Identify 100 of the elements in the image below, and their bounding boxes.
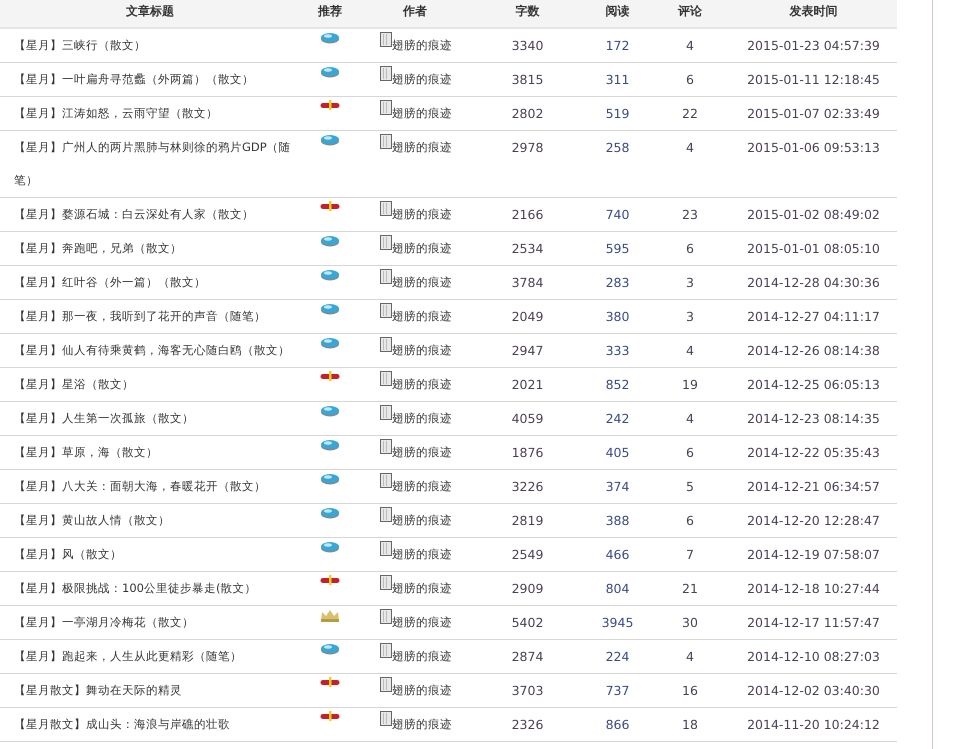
publish-time: 2014-12-20 12:28:47	[746, 512, 881, 530]
comment-count: 30	[681, 614, 699, 632]
comment-count: 16	[681, 682, 699, 700]
comment-count: 3	[685, 308, 695, 326]
read-count: 374	[604, 478, 630, 496]
article-title-link[interactable]: 【星月】奔跑吧，兄弟（散文）	[0, 232, 300, 265]
comment-count: 5	[685, 478, 695, 496]
document-icon	[380, 677, 392, 692]
article-title-link[interactable]: 【星月】一亭湖月冷梅花（散文）	[0, 606, 300, 639]
article-title-link[interactable]: 【星月】那一夜，我听到了花开的声音（随笔）	[0, 300, 300, 333]
author-link[interactable]: 翅膀的痕迹	[392, 368, 452, 401]
word-count: 2802	[510, 105, 544, 123]
comment-count: 22	[681, 105, 699, 123]
publish-time: 2015-01-23 04:57:39	[746, 37, 881, 55]
author-link[interactable]: 翅膀的痕迹	[392, 572, 452, 605]
comment-count: 23	[681, 206, 699, 224]
article-title-link[interactable]: 【星月】红叶谷（外一篇）（散文）	[0, 266, 300, 299]
word-count: 2166	[510, 206, 544, 224]
document-icon	[380, 235, 392, 250]
article-title-link[interactable]: 【星月】人生第一次孤旅（散文）	[0, 402, 300, 435]
article-title-link[interactable]: 【星月散文】舞动在天际的精灵	[0, 674, 300, 707]
word-count: 3784	[510, 274, 544, 292]
author-link[interactable]: 翅膀的痕迹	[392, 402, 452, 435]
word-count: 3226	[510, 478, 544, 496]
publish-time: 2015-01-07 02:33:49	[746, 105, 881, 123]
author-link[interactable]: 翅膀的痕迹	[392, 504, 452, 537]
capsule-icon	[320, 371, 340, 381]
publish-time: 2015-01-11 12:18:45	[746, 71, 881, 89]
read-count: 333	[604, 342, 630, 360]
document-icon	[380, 303, 392, 318]
author-link[interactable]: 翅膀的痕迹	[392, 708, 452, 741]
read-count: 3945	[600, 614, 634, 632]
publish-time: 2014-12-19 07:58:07	[746, 546, 881, 564]
word-count: 2874	[510, 648, 544, 666]
article-title-link[interactable]: 【星月】星浴（散文）	[0, 368, 300, 401]
document-icon	[380, 473, 392, 488]
document-icon	[380, 541, 392, 556]
author-link[interactable]: 翅膀的痕迹	[392, 674, 452, 707]
author-link[interactable]: 翅膀的痕迹	[392, 334, 452, 367]
article-title-link[interactable]: 【星月】跑起来，人生从此更精彩（随笔）	[0, 640, 300, 673]
article-title-link[interactable]: 【星月】广州人的两片黑肺与林则徐的鸦片GDP（随笔）	[0, 131, 300, 197]
article-title-link[interactable]: 【星月】一叶扁舟寻范蠡（外两篇）（散文）	[0, 63, 300, 96]
comment-count: 6	[685, 71, 695, 89]
column-header: 文章标题	[125, 3, 175, 20]
author-link[interactable]: 翅膀的痕迹	[392, 97, 452, 130]
author-link[interactable]: 翅膀的痕迹	[392, 266, 452, 299]
word-count: 1876	[510, 444, 544, 462]
document-icon	[380, 609, 392, 624]
publish-time: 2014-12-21 06:34:57	[746, 478, 881, 496]
read-count: 804	[604, 580, 630, 598]
author-link[interactable]: 翅膀的痕迹	[392, 640, 452, 673]
word-count: 2021	[510, 376, 544, 394]
publish-time: 2015-01-01 08:05:10	[746, 240, 881, 258]
comment-count: 6	[685, 444, 695, 462]
capsule-icon	[320, 711, 340, 721]
author-link[interactable]: 翅膀的痕迹	[392, 606, 452, 639]
read-count: 380	[604, 308, 630, 326]
author-link[interactable]: 翅膀的痕迹	[392, 470, 452, 503]
article-title-link[interactable]: 【星月】三峡行（散文）	[0, 29, 300, 62]
document-icon	[380, 134, 392, 149]
article-title-link[interactable]: 【星月】八大关：面朝大海，春暖花开（散文）	[0, 470, 300, 503]
word-count: 4059	[510, 410, 544, 428]
gem-icon	[320, 541, 340, 553]
author-link[interactable]: 翅膀的痕迹	[392, 538, 452, 571]
publish-time: 2014-12-18 10:27:44	[746, 580, 881, 598]
word-count: 2978	[510, 139, 544, 157]
publish-time: 2014-12-17 11:57:47	[746, 614, 881, 632]
article-title-link[interactable]: 【星月】黄山故人情（散文）	[0, 504, 300, 537]
column-header: 阅读	[604, 3, 630, 20]
author-link[interactable]: 翅膀的痕迹	[392, 300, 452, 333]
author-link[interactable]: 翅膀的痕迹	[392, 232, 452, 265]
word-count: 3703	[510, 682, 544, 700]
read-count: 283	[604, 274, 630, 292]
gem-icon	[320, 66, 340, 78]
publish-time: 2014-12-23 08:14:35	[746, 410, 881, 428]
word-count: 2947	[510, 342, 544, 360]
read-count: 740	[604, 206, 630, 224]
document-icon	[380, 100, 392, 115]
author-link[interactable]: 翅膀的痕迹	[392, 63, 452, 96]
read-count: 224	[604, 648, 630, 666]
article-title-link[interactable]: 【星月散文】成山头：海浪与岸礁的壮歌	[0, 708, 300, 741]
article-title-link[interactable]: 【星月】仙人有待乘黄鹤，海客无心随白鸥（散文）	[0, 334, 300, 367]
author-link[interactable]: 翅膀的痕迹	[392, 198, 452, 231]
author-link[interactable]: 翅膀的痕迹	[392, 29, 452, 62]
comment-count: 4	[685, 139, 695, 157]
article-title-link[interactable]: 【星月】极限挑战：100公里徒步暴走(散文）	[0, 572, 300, 605]
comment-count: 4	[685, 342, 695, 360]
comment-count: 4	[685, 410, 695, 428]
word-count: 3340	[510, 37, 544, 55]
column-header: 作者	[402, 3, 428, 20]
article-title-link[interactable]: 【星月】草原，海（散文）	[0, 436, 300, 469]
author-link[interactable]: 翅膀的痕迹	[392, 436, 452, 469]
capsule-icon	[320, 100, 340, 110]
author-link[interactable]: 翅膀的痕迹	[392, 131, 452, 164]
article-title-link[interactable]: 【星月】婺源石城：白云深处有人家（散文）	[0, 198, 300, 231]
document-icon	[380, 66, 392, 81]
article-title-link[interactable]: 【星月】江涛如怒，云雨守望（散文）	[0, 97, 300, 130]
document-icon	[380, 575, 392, 590]
comment-count: 4	[685, 648, 695, 666]
article-title-link[interactable]: 【星月】风（散文）	[0, 538, 300, 571]
